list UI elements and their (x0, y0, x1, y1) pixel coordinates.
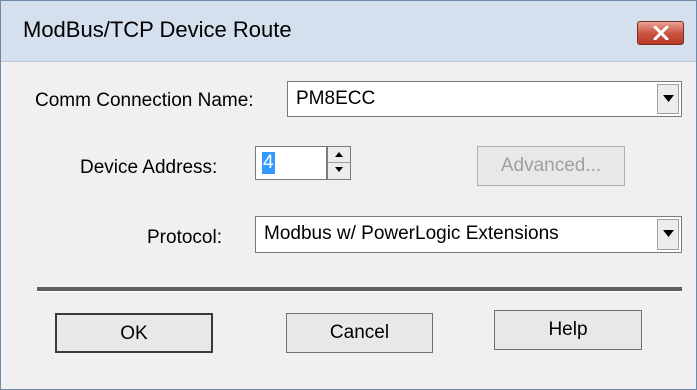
advanced-button[interactable]: Advanced... (477, 146, 625, 186)
comm-connection-label: Comm Connection Name: (35, 90, 254, 111)
spin-up-button[interactable] (328, 147, 350, 163)
protocol-combobox[interactable]: Modbus w/ PowerLogic Extensions (255, 216, 682, 253)
comm-connection-dropdown-button[interactable] (657, 84, 679, 114)
device-address-field[interactable]: 4 (255, 146, 327, 180)
cancel-button-label: Cancel (329, 322, 390, 343)
comm-connection-combobox[interactable]: PM8ECC (287, 81, 682, 117)
close-icon (653, 26, 669, 40)
title-bar[interactable]: ModBus/TCP Device Route (1, 1, 696, 62)
help-button[interactable]: Help (494, 310, 642, 350)
device-address-value: 4 (262, 152, 275, 174)
triangle-down-icon (335, 167, 343, 172)
window-title: ModBus/TCP Device Route (23, 17, 292, 42)
device-address-spinner[interactable] (327, 146, 351, 180)
cancel-button[interactable]: Cancel (286, 313, 433, 353)
help-button-label: Help (548, 319, 588, 340)
protocol-value: Modbus w/ PowerLogic Extensions (264, 223, 559, 244)
separator (37, 287, 682, 292)
triangle-up-icon (335, 152, 343, 157)
protocol-dropdown-button[interactable] (657, 219, 679, 250)
dialog-body: Comm Connection Name: PM8ECC Device Addr… (9, 62, 690, 383)
protocol-label: Protocol: (147, 227, 222, 248)
advanced-button-label: Advanced... (500, 155, 602, 176)
close-button[interactable] (637, 21, 684, 45)
chevron-down-icon (663, 95, 674, 102)
chevron-down-icon (663, 230, 674, 237)
ok-button[interactable]: OK (55, 313, 213, 353)
device-address-label: Device Address: (80, 157, 218, 178)
spin-down-button[interactable] (328, 163, 350, 179)
comm-connection-value: PM8ECC (296, 88, 376, 109)
ok-button-label: OK (120, 323, 148, 344)
dialog-window: ModBus/TCP Device Route Comm Connection … (0, 0, 697, 390)
